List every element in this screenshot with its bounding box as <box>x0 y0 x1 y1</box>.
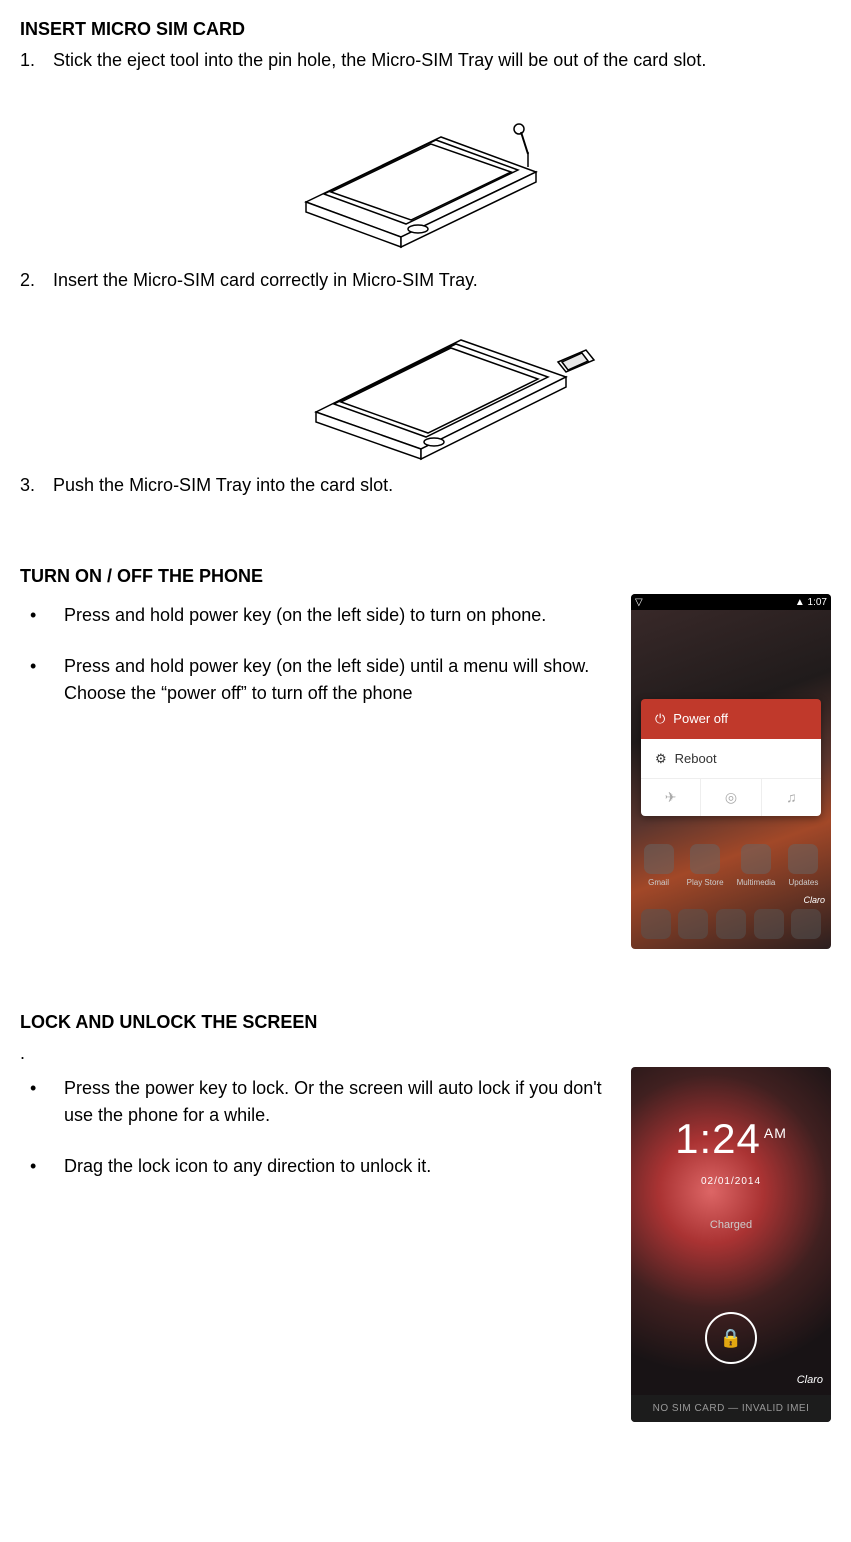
power-bullet-2: • Press and hold power key (on the left … <box>20 653 615 707</box>
lock-leader-dot: . <box>20 1040 831 1067</box>
sim-step-2: 2. Insert the Micro-SIM card correctly i… <box>20 267 831 294</box>
dock-row <box>631 909 831 939</box>
app-icon <box>741 844 771 874</box>
bullet-text: Press and hold power key (on the left si… <box>64 653 615 707</box>
heading-power: TURN ON / OFF THE PHONE <box>20 563 831 590</box>
carrier-label: Claro <box>803 894 825 908</box>
lock-date: 02/01/2014 <box>631 1174 831 1189</box>
app-icon <box>644 844 674 874</box>
step-number: 1. <box>20 47 48 74</box>
charged-label: Charged <box>631 1217 831 1234</box>
lock-bullet-2: • Drag the lock icon to any direction to… <box>20 1153 615 1180</box>
power-menu-card: ⏻ Power off ⚙ Reboot ✈ ◎ ♫ <box>641 699 821 816</box>
status-time: 1:07 <box>808 597 827 608</box>
bullet-text: Drag the lock icon to any direction to u… <box>64 1153 615 1180</box>
app-label: Gmail <box>648 877 669 889</box>
dock-icon <box>678 909 708 939</box>
bullet-marker: • <box>20 602 64 629</box>
diagram-eject-tool <box>20 82 831 257</box>
bullet-marker: • <box>20 1075 64 1129</box>
lock-ampm: AM <box>764 1125 787 1141</box>
lock-ring[interactable]: 🔒 <box>705 1312 757 1364</box>
bullet-marker: • <box>20 1153 64 1180</box>
app-label: Updates <box>789 877 819 889</box>
dock-icon <box>754 909 784 939</box>
reboot-option[interactable]: ⚙ Reboot <box>641 739 821 779</box>
step-text: Push the Micro-SIM Tray into the card sl… <box>53 475 393 495</box>
step-number: 2. <box>20 267 48 294</box>
lock-icon: 🔒 <box>720 1325 742 1352</box>
status-left-icon: ▽ <box>635 595 643 610</box>
screenshot-power-menu: ▽ ▲ 1:07 ⏻ Power off ⚙ Reboot ✈ ◎ ♫ <box>631 594 831 949</box>
bullet-text: Press the power key to lock. Or the scre… <box>64 1075 615 1129</box>
power-bullet-1: • Press and hold power key (on the left … <box>20 602 615 629</box>
airplane-toggle[interactable]: ✈ <box>641 778 700 816</box>
vibrate-toggle[interactable]: ◎ <box>700 778 760 816</box>
carrier-label: Claro <box>797 1372 823 1389</box>
dock-icon <box>641 909 671 939</box>
power-icon: ⏻ <box>655 709 665 729</box>
sound-toggle[interactable]: ♫ <box>761 778 821 816</box>
sim-step-1: 1. Stick the eject tool into the pin hol… <box>20 47 831 74</box>
app-label: Multimedia <box>737 877 776 889</box>
step-number: 3. <box>20 472 48 499</box>
lock-clock: 1:24AM 02/01/2014 <box>631 1107 831 1189</box>
diagram-insert-card <box>70 302 831 462</box>
step-text: Insert the Micro-SIM card correctly in M… <box>53 270 478 290</box>
sim-step-3: 3. Push the Micro-SIM Tray into the card… <box>20 472 831 499</box>
app-label: Play Store <box>687 877 724 889</box>
app-icon <box>788 844 818 874</box>
lock-time: 1:24 <box>675 1115 761 1162</box>
heading-lock: LOCK AND UNLOCK THE SCREEN <box>20 1009 831 1036</box>
dock-icon <box>791 909 821 939</box>
power-off-option[interactable]: ⏻ Power off <box>641 699 821 739</box>
no-sim-banner: NO SIM CARD — INVALID IMEI <box>631 1395 831 1422</box>
heading-insert-sim: INSERT MICRO SIM CARD <box>20 16 831 43</box>
power-off-label: Power off <box>673 709 728 729</box>
bullet-marker: • <box>20 653 64 707</box>
app-icon <box>690 844 720 874</box>
step-text: Stick the eject tool into the pin hole, … <box>53 50 706 70</box>
homescreen-app-row: Gmail Play Store Multimedia Updates <box>631 844 831 889</box>
lock-bullet-1: • Press the power key to lock. Or the sc… <box>20 1075 615 1129</box>
screenshot-lockscreen: 1:24AM 02/01/2014 Charged 🔒 Claro NO SIM… <box>631 1067 831 1422</box>
dock-icon <box>716 909 746 939</box>
bullet-text: Press and hold power key (on the left si… <box>64 602 615 629</box>
reboot-label: Reboot <box>675 749 717 769</box>
signal-icon: ▲ <box>795 597 805 608</box>
reboot-icon: ⚙ <box>655 749 667 769</box>
